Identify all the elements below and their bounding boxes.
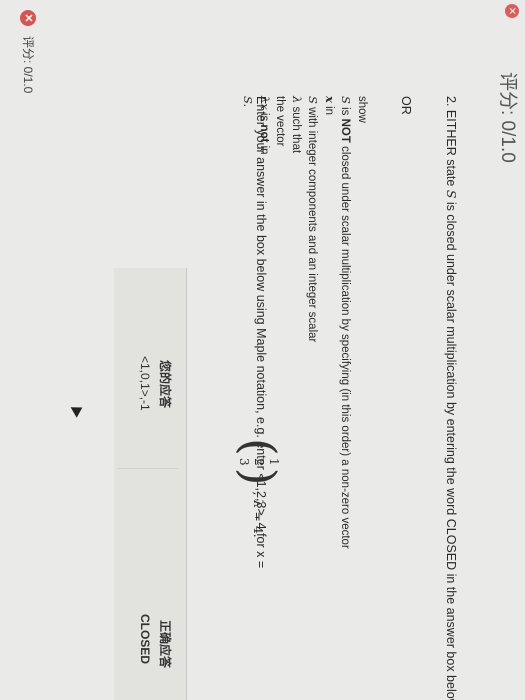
example-vector: ( 1 2 3 ) , λ = 4.	[232, 438, 286, 538]
correct-answer-label: 正确应答	[158, 620, 172, 669]
close-icon[interactable]: ✕	[505, 4, 519, 18]
left-paren-icon: (	[232, 438, 286, 456]
question-score: 评分: 0/1.0	[21, 36, 35, 94]
question-statement: 2. EITHER state S is closed under scalar…	[444, 96, 459, 700]
your-answer-value: <1,0,1>,-1	[138, 356, 152, 411]
top-score: 评分: 0/1.0	[497, 72, 518, 163]
right-paren-icon: )	[232, 467, 286, 486]
answer-divider	[118, 468, 178, 469]
your-answer-label: 您的应答	[158, 360, 172, 409]
page-stage: ✕ 评分: 0/1.0 2. EITHER state S is closed …	[0, 0, 525, 700]
mouse-cursor-icon	[70, 402, 86, 418]
score-row: ✕ 评分: 0/1.0	[20, 10, 37, 93]
question-number: 2.	[444, 96, 458, 107]
incorrect-x-icon: ✕	[20, 10, 37, 26]
answer-comparison: 您的应答 <1,0,1>,-1 正确应答 CLOSED	[114, 268, 187, 700]
or-label: OR	[399, 96, 413, 115]
correct-answer-value: CLOSED	[138, 614, 152, 665]
